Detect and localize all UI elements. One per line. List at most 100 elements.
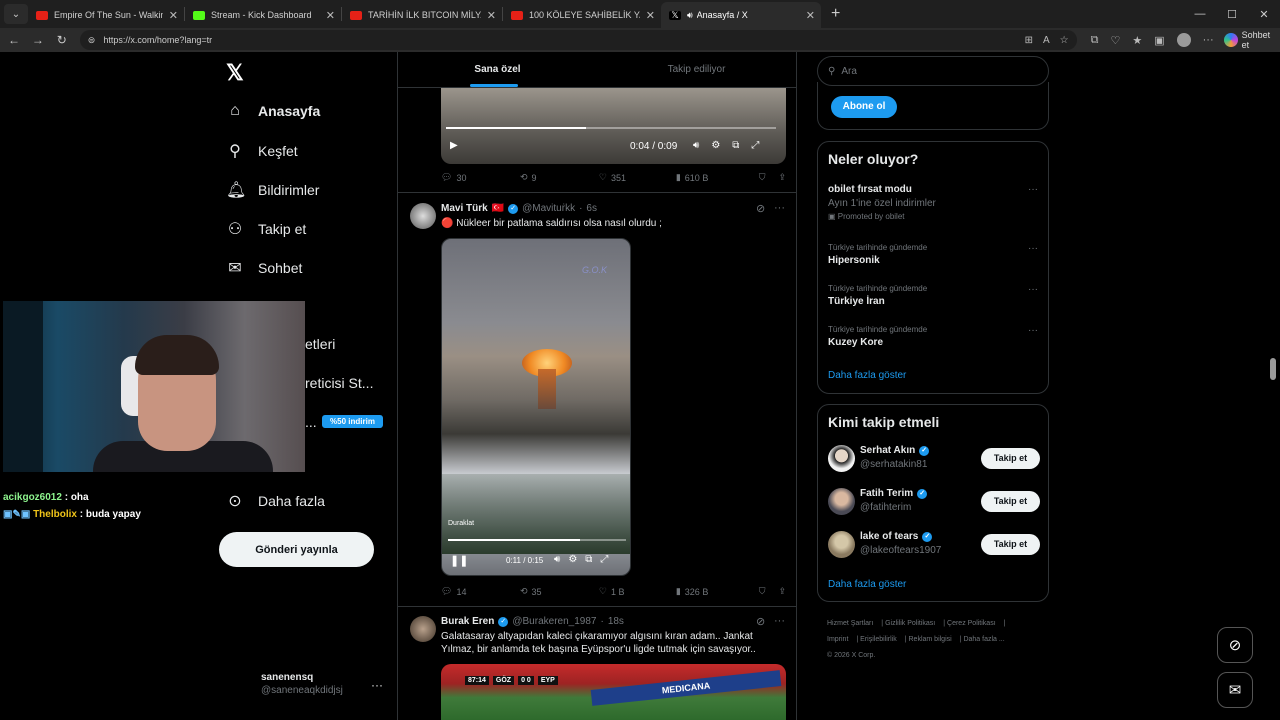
nav-item-premium-partial[interactable]: ... — [305, 414, 317, 430]
close-tab-icon[interactable]: ✕ — [487, 9, 496, 22]
post-button[interactable]: Gönderi yayınla — [219, 532, 374, 567]
author-name[interactable]: Mavi Türk — [441, 203, 488, 214]
trend-item[interactable]: Türkiye tarihinde gündemde Hipersonik ··… — [828, 243, 1038, 266]
settings-more-icon[interactable]: ··· — [1203, 34, 1214, 46]
browser-tab[interactable]: Stream - Kick Dashboard ✕ — [185, 2, 341, 28]
account-switcher[interactable]: sanenensq @saneneaqkdidjsj ··· — [261, 672, 401, 696]
nav-item-notifications[interactable]: 🔔︎ Bildirimler — [226, 180, 319, 200]
pause-icon[interactable]: ❚❚ — [450, 554, 468, 567]
reply-button[interactable]: 💬︎ 30 — [441, 172, 520, 183]
follow-suggestion[interactable]: Fatih Terim ✓ @fatihterim Takip et — [828, 488, 1040, 518]
page-scrollbar[interactable] — [1268, 52, 1278, 720]
app-available-icon[interactable]: ⊞ — [1025, 35, 1033, 46]
tab-for-you[interactable]: Sana özel — [398, 52, 597, 87]
nav-item-home[interactable]: ⌂ Anasayfa — [226, 102, 320, 120]
show-more-link[interactable]: Daha fazla göster — [828, 579, 906, 590]
favorite-star-icon[interactable]: ☆ — [1060, 35, 1069, 46]
profile-avatar[interactable] — [1176, 33, 1191, 47]
tab-actions-menu[interactable]: ⌄ — [4, 4, 28, 24]
avatar[interactable] — [828, 445, 855, 472]
more-icon[interactable]: ··· — [371, 678, 383, 692]
trend-item[interactable]: obilet fırsat modu Ayın 1'ine özel indir… — [828, 184, 1038, 221]
more-icon[interactable]: ··· — [1028, 184, 1038, 195]
refresh-icon[interactable]: ↻ — [50, 33, 74, 47]
follow-button[interactable]: Takip et — [981, 491, 1040, 512]
follow-button[interactable]: Takip et — [981, 448, 1040, 469]
nav-item-follow[interactable]: ⚇ Takip et — [226, 219, 306, 239]
follow-button[interactable]: Takip et — [981, 534, 1040, 555]
subscribe-button[interactable]: Abone ol — [831, 96, 897, 118]
nav-item-more[interactable]: ⊙ Daha fazla — [226, 491, 325, 511]
views-button[interactable]: ▮ 610 B — [676, 172, 759, 183]
scrollbar-thumb[interactable] — [1270, 358, 1276, 380]
video-player[interactable]: G.O.K Duraklat ❚❚ 0:11 / 0:15 🔊︎ ⚙ ⧉ ⤢ — [441, 238, 631, 576]
repost-button[interactable]: ⟲ 35 — [520, 586, 599, 597]
close-tab-icon[interactable]: ✕ — [806, 9, 815, 22]
nav-item-explore[interactable]: ⚲ Keşfet — [226, 141, 298, 161]
bookmark-icon[interactable]: ⛉ — [759, 172, 779, 183]
new-tab-button[interactable]: + — [831, 5, 840, 23]
browser-tab[interactable]: TARİHİN İLK BITCOIN MİLYARDERİ ✕ — [342, 2, 502, 28]
share-icon[interactable]: ⇪ — [778, 172, 786, 183]
avatar[interactable] — [828, 488, 855, 515]
more-icon[interactable]: ··· — [1028, 284, 1038, 295]
fullscreen-icon[interactable]: ⤢ — [600, 554, 608, 565]
browser-tab[interactable]: 100 KÖLEYE SAHİBELİK YAPTIM! ( ✕ — [503, 2, 661, 28]
pip-icon[interactable]: ⧉ — [585, 554, 592, 565]
avatar[interactable] — [410, 203, 436, 229]
browser-essentials-icon[interactable]: ♡ — [1110, 34, 1120, 47]
settings-icon[interactable]: ⚙ — [711, 140, 720, 151]
speaker-icon[interactable]: 🔊︎ — [687, 10, 693, 21]
post-time[interactable]: 18s — [608, 616, 624, 627]
volume-icon[interactable]: 🔊︎ — [693, 140, 699, 151]
more-icon[interactable]: ··· — [774, 202, 785, 214]
settings-icon[interactable]: ⚙ — [568, 554, 577, 565]
grok-icon[interactable]: ⊘ — [756, 615, 765, 628]
author-handle[interactable]: @Burakeren_1987 — [512, 616, 596, 627]
nav-item-creator-studio-partial[interactable]: reticisi St... — [305, 375, 373, 391]
url-field[interactable]: ⊜ https://x.com/home?lang=tr ⊞ A ☆ — [79, 30, 1077, 50]
favorites-icon[interactable]: ★ — [1132, 34, 1142, 47]
volume-icon[interactable]: 🔊︎ — [554, 554, 560, 565]
follow-suggestion[interactable]: Serhat Akın ✓ @serhatakin81 Takip et — [828, 445, 1040, 475]
x-logo-icon[interactable]: 𝕏 — [226, 60, 244, 86]
post-time[interactable]: 6s — [586, 203, 597, 214]
views-button[interactable]: ▮ 326 B — [676, 586, 759, 597]
minimize-icon[interactable]: — — [1184, 8, 1216, 20]
read-aloud-icon[interactable]: A — [1043, 35, 1050, 46]
nav-item-messages[interactable]: ✉ Sohbet — [226, 258, 302, 278]
show-more-link[interactable]: Daha fazla göster — [828, 370, 906, 381]
nav-item-bookmarks-partial[interactable]: etleri — [305, 336, 335, 352]
author-name[interactable]: Burak Eren — [441, 616, 494, 627]
share-icon[interactable]: ⇪ — [778, 586, 786, 597]
browser-tab-active[interactable]: 𝕏 🔊︎ Anasayfa / X ✕ — [661, 2, 821, 28]
back-icon[interactable]: ← — [2, 33, 26, 47]
browser-tab[interactable]: Empire Of The Sun - Walking On A ✕ — [28, 2, 184, 28]
grok-button[interactable]: ⊘ — [1217, 627, 1253, 663]
extensions-icon[interactable]: ⧉ — [1091, 34, 1099, 47]
video-player[interactable]: 87:14 GÖZ 0 0 EYP MEDICANA — [441, 664, 786, 720]
maximize-icon[interactable]: ☐ — [1216, 8, 1248, 21]
messages-button[interactable]: ✉ — [1217, 672, 1253, 708]
video-player[interactable]: ▶ 0:04 / 0:09 🔊︎ ⚙ ⧉ ⤢ — [441, 88, 786, 164]
repost-button[interactable]: ⟲ 9 — [520, 172, 599, 183]
reply-button[interactable]: 💬︎ 14 — [441, 586, 520, 597]
tab-following[interactable]: Takip ediliyor — [597, 52, 796, 87]
author-handle[interactable]: @Mavituṙkk — [522, 203, 575, 214]
more-icon[interactable]: ··· — [1028, 243, 1038, 254]
bookmark-icon[interactable]: ⛉ — [759, 586, 779, 597]
pip-icon[interactable]: ⧉ — [732, 140, 739, 151]
grok-icon[interactable]: ⊘ — [756, 202, 765, 215]
collections-icon[interactable]: ▣ — [1154, 34, 1164, 47]
avatar[interactable] — [828, 531, 855, 558]
close-tab-icon[interactable]: ✕ — [169, 9, 178, 22]
forward-icon[interactable]: → — [26, 33, 50, 47]
close-window-icon[interactable]: ✕ — [1248, 8, 1280, 21]
more-icon[interactable]: ··· — [774, 615, 785, 627]
follow-suggestion[interactable]: lake of tears ✓ @lakeoftears1907 Takip et — [828, 531, 1040, 561]
like-button[interactable]: ♡ 1 B — [599, 586, 676, 597]
copilot-button[interactable]: Sohbet et — [1223, 30, 1280, 50]
fullscreen-icon[interactable]: ⤢ — [751, 140, 759, 151]
avatar[interactable] — [410, 616, 436, 642]
play-icon[interactable]: ▶ — [450, 140, 458, 151]
